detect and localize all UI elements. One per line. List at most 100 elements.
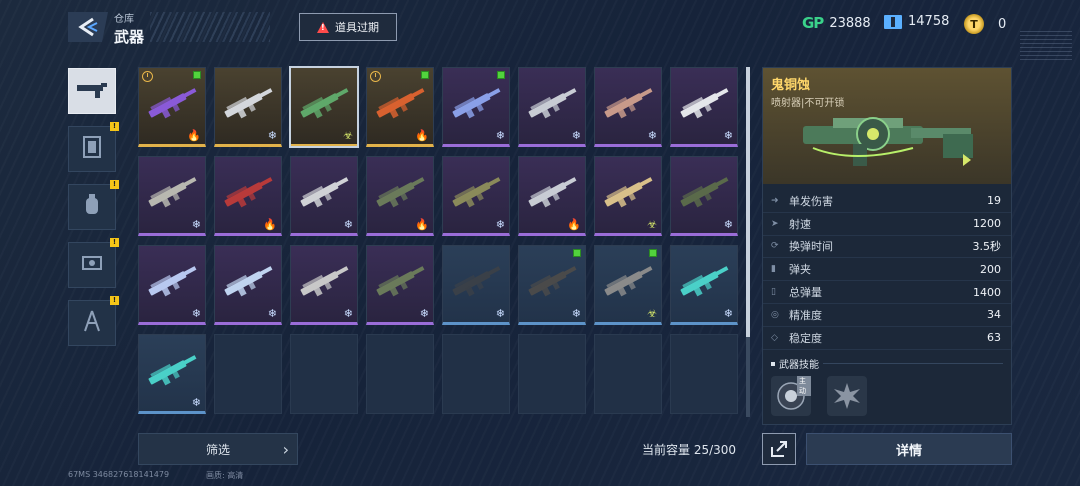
weapon-slot[interactable]: ❄ (138, 156, 206, 236)
stat-label: 稳定度 (789, 331, 822, 345)
back-button[interactable] (68, 12, 108, 42)
weapon-thumbnail (447, 258, 507, 304)
header-decoration (150, 12, 270, 42)
new-marker-icon (649, 249, 657, 257)
weapon-slot[interactable]: ❄ (670, 156, 738, 236)
weapon-slot[interactable]: ❄ (442, 245, 510, 325)
sidebar-tab-armor[interactable]: ! (68, 122, 119, 172)
sidebar-tab-character[interactable]: ! (68, 296, 119, 346)
weapon-thumbnail (371, 169, 431, 215)
stat-label: 精准度 (789, 308, 822, 322)
ice-element-icon: ❄ (419, 307, 429, 320)
weapon-slot[interactable]: ❄ (442, 156, 510, 236)
weapon-slot[interactable]: ❄ (594, 67, 662, 147)
acid-element-icon: ☣ (343, 129, 353, 142)
fire-element-icon: 🔥 (263, 218, 277, 231)
weapon-slot[interactable]: ❄ (518, 245, 586, 325)
weapon-slot[interactable]: ❄ (442, 67, 510, 147)
stat-icon: ◎ (771, 309, 779, 320)
page-title: 武器 (114, 28, 145, 46)
grid-scroll-thumb[interactable] (746, 67, 750, 337)
weapon-slot[interactable]: ❄ (214, 245, 282, 325)
stat-icon: ➜ (771, 195, 779, 206)
weapon-thumbnail (371, 80, 431, 126)
armor-tab-icon (81, 134, 103, 164)
sidebar-tab-drone[interactable]: ! (68, 238, 119, 288)
weapon-slot[interactable]: ❄ (670, 67, 738, 147)
fire-element-icon: 🔥 (567, 218, 581, 231)
weapon-slot[interactable]: 🔥 (366, 156, 434, 236)
weapon-thumbnail (295, 80, 355, 126)
weapon-thumbnail (675, 80, 735, 126)
weapon-thumbnail (675, 258, 735, 304)
empty-slot[interactable] (518, 334, 586, 414)
weapon-slot[interactable]: ❄ (138, 334, 206, 414)
ice-element-icon: ❄ (343, 307, 353, 320)
weapon-preview-image (803, 117, 973, 166)
share-icon (771, 441, 787, 457)
clock-icon (370, 71, 381, 82)
details-button[interactable]: 详情 (806, 433, 1012, 465)
weapon-slot[interactable]: 🔥 (366, 67, 434, 147)
weapon-slot[interactable]: ❄ (518, 67, 586, 147)
stat-label: 单发伤害 (789, 194, 833, 208)
weapon-thumbnail (599, 169, 659, 215)
stat-label: 总弹量 (789, 286, 822, 300)
weapon-skill-active[interactable]: 主动 (771, 376, 811, 416)
stat-value: 3.5秒 (972, 240, 1002, 254)
weapon-thumbnail (219, 258, 279, 304)
details-button-label: 详情 (895, 443, 922, 459)
empty-slot[interactable] (594, 334, 662, 414)
ice-element-icon: ❄ (723, 307, 733, 320)
skill-active-tag: 主动 (797, 376, 811, 396)
capacity-label: 当前容量 25/300 (642, 443, 737, 457)
stat-row: ◎ 精准度 34 (763, 304, 1011, 327)
empty-slot[interactable] (442, 334, 510, 414)
weapon-slot[interactable]: ❄ (366, 245, 434, 325)
empty-slot[interactable] (290, 334, 358, 414)
gp-currency[interactable]: GP 23888 (802, 14, 871, 32)
weapon-skill-passive[interactable] (827, 376, 867, 416)
drone-tab-icon (79, 251, 105, 279)
stat-label: 射速 (789, 217, 811, 231)
item-expired-button[interactable]: 道具过期 (299, 13, 397, 41)
filter-button[interactable]: 筛选 › (138, 433, 298, 465)
new-marker-icon (193, 71, 201, 79)
weapon-slot[interactable]: ☣ (594, 156, 662, 236)
ticket-currency[interactable]: 14758 (884, 14, 949, 29)
weapon-slot[interactable]: 🔥 (138, 67, 206, 147)
ticket-icon (884, 14, 902, 29)
stat-value: 34 (987, 308, 1001, 322)
back-arrow-icon (78, 17, 98, 37)
ice-element-icon: ❄ (571, 307, 581, 320)
alert-badge-icon: ! (110, 296, 119, 305)
weapon-slot[interactable]: ❄ (290, 245, 358, 325)
weapon-thumbnail (143, 258, 203, 304)
stat-icon: ⟳ (771, 241, 779, 252)
ice-element-icon: ❄ (191, 218, 201, 231)
weapon-slot[interactable]: 🔥 (518, 156, 586, 236)
weapon-slot[interactable]: 🔥 (214, 156, 282, 236)
weapon-slot[interactable]: ❄ (214, 67, 282, 147)
share-button[interactable] (762, 433, 796, 465)
corner-decoration (1020, 30, 1072, 60)
sidebar-tab-weapon[interactable] (68, 68, 116, 114)
empty-slot[interactable] (670, 334, 738, 414)
coin-icon: T (964, 14, 984, 34)
weapon-slot[interactable]: ❄ (138, 245, 206, 325)
weapon-slot[interactable]: ❄ (670, 245, 738, 325)
coin-amount: 0 (998, 16, 1007, 32)
item-expired-label: 道具过期 (335, 21, 379, 34)
weapon-thumbnail (295, 258, 355, 304)
coin-currency[interactable]: T 0 (964, 14, 1006, 34)
empty-slot[interactable] (366, 334, 434, 414)
fire-element-icon: 🔥 (415, 129, 429, 142)
empty-slot[interactable] (214, 334, 282, 414)
weapon-slot[interactable]: ☣ (594, 245, 662, 325)
new-marker-icon (421, 71, 429, 79)
weapon-slot[interactable]: ☣ (289, 66, 359, 148)
weapon-slot[interactable]: ❄ (290, 156, 358, 236)
weapon-thumbnail (219, 80, 279, 126)
sidebar-tab-grenade[interactable]: ! (68, 180, 119, 230)
new-marker-icon (497, 71, 505, 79)
